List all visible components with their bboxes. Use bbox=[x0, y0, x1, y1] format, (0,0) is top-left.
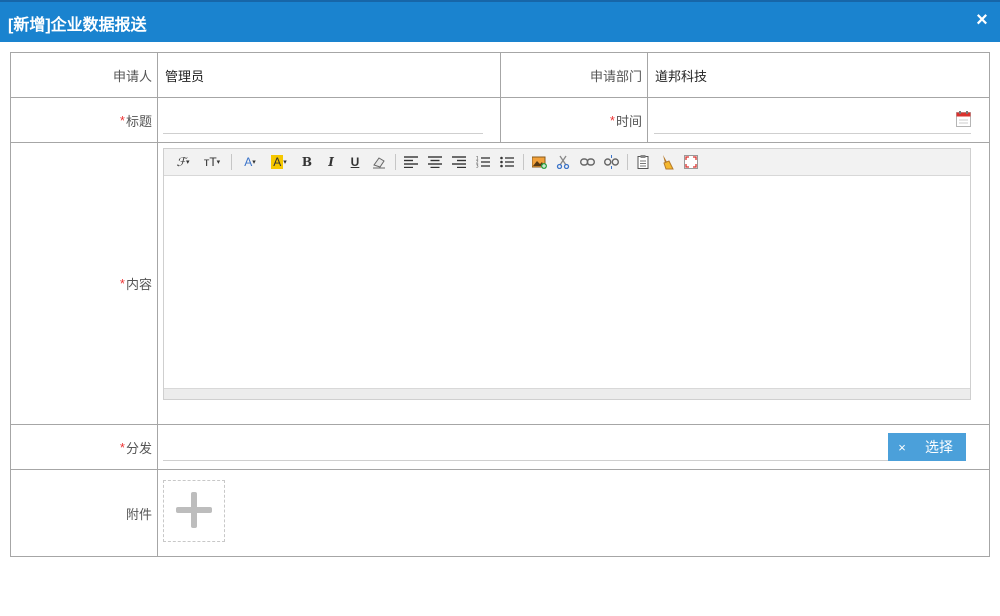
bold-button[interactable]: B bbox=[298, 153, 316, 171]
toolbar-separator bbox=[523, 154, 524, 170]
department-label: 申请部门 bbox=[589, 68, 642, 84]
attachment-label-cell: 附件 bbox=[11, 470, 158, 556]
clear-icon[interactable]: × bbox=[888, 440, 916, 455]
applicant-label-cell: 申请人 bbox=[11, 53, 158, 97]
row-attachment: 附件 bbox=[11, 470, 989, 556]
dialog-title: [新增]企业数据报送 bbox=[8, 17, 147, 34]
bold-glyph: B bbox=[301, 155, 313, 169]
row-title: * 标题 * 时间 bbox=[11, 98, 989, 143]
row-distribute: * 分发 × 选择 bbox=[11, 425, 989, 470]
font-family-glyph: ℱ bbox=[176, 155, 186, 169]
applicant-value: 管理员 bbox=[165, 68, 205, 84]
unlink-icon[interactable] bbox=[602, 153, 620, 171]
underline-button[interactable]: U bbox=[346, 153, 364, 171]
distribute-input[interactable] bbox=[163, 439, 888, 461]
plus-icon bbox=[175, 491, 213, 532]
paste-text-icon[interactable] bbox=[634, 153, 652, 171]
required-mark: * bbox=[609, 112, 615, 128]
title-input[interactable] bbox=[163, 112, 483, 134]
rich-text-editor: ℱ ▾ ᴛT ▾ A ▾ A ▾ B I U 1 2 3 bbox=[163, 148, 971, 400]
insert-image-icon[interactable] bbox=[530, 153, 548, 171]
department-value: 道邦科技 bbox=[655, 68, 708, 84]
row-content: * 内容 ℱ ▾ ᴛT ▾ A ▾ A ▾ B I U 1 2 3 bbox=[11, 143, 989, 425]
format-brush-icon[interactable] bbox=[658, 153, 676, 171]
align-left-icon[interactable] bbox=[402, 153, 420, 171]
row-applicant: 申请人 管理员 申请部门 道邦科技 bbox=[11, 53, 989, 98]
italic-glyph: I bbox=[328, 155, 334, 169]
link-icon[interactable] bbox=[578, 153, 596, 171]
svg-text:3: 3 bbox=[476, 164, 479, 169]
close-icon[interactable]: × bbox=[972, 10, 992, 30]
attachment-label: 附件 bbox=[125, 506, 152, 522]
dialog-titlebar: [新增]企业数据报送 × bbox=[0, 0, 1000, 42]
time-label-cell: * 时间 bbox=[500, 98, 648, 142]
toolbar-separator bbox=[231, 154, 232, 170]
upload-button[interactable] bbox=[163, 480, 225, 542]
time-label: 时间 bbox=[615, 113, 642, 129]
editor-toolbar: ℱ ▾ ᴛT ▾ A ▾ A ▾ B I U 1 2 3 bbox=[164, 149, 970, 176]
editor-content-area[interactable] bbox=[164, 176, 970, 388]
align-center-icon[interactable] bbox=[426, 153, 444, 171]
underline-glyph: U bbox=[350, 155, 360, 169]
font-color-button[interactable]: A ▾ bbox=[238, 153, 262, 171]
align-right-icon[interactable] bbox=[450, 153, 468, 171]
title-label: 标题 bbox=[125, 113, 152, 129]
department-label-cell: 申请部门 bbox=[500, 53, 648, 97]
highlight-button[interactable]: A ▾ bbox=[266, 153, 292, 171]
required-mark: * bbox=[119, 112, 125, 128]
eraser-icon[interactable] bbox=[370, 153, 388, 171]
title-label-cell: * 标题 bbox=[11, 98, 158, 142]
calendar-icon[interactable] bbox=[956, 111, 971, 127]
font-family-button[interactable]: ℱ ▾ bbox=[172, 153, 194, 171]
content-label: 内容 bbox=[125, 277, 152, 292]
italic-button[interactable]: I bbox=[322, 153, 340, 171]
unordered-list-icon[interactable] bbox=[498, 153, 516, 171]
font-color-glyph: A bbox=[244, 155, 253, 169]
distribute-label-cell: * 分发 bbox=[11, 425, 158, 469]
required-mark: * bbox=[119, 439, 125, 455]
distribute-label: 分发 bbox=[125, 440, 152, 456]
ordered-list-icon[interactable]: 123 bbox=[474, 153, 492, 171]
font-size-glyph: ᴛT bbox=[203, 155, 217, 169]
scissors-icon[interactable] bbox=[554, 153, 572, 171]
font-size-button[interactable]: ᴛT ▾ bbox=[200, 153, 224, 171]
report-form: 申请人 管理员 申请部门 道邦科技 * 标题 * 时间 * 内容 ℱ ▾ ᴛT … bbox=[10, 52, 990, 557]
select-button[interactable]: × 选择 bbox=[888, 433, 966, 461]
fullscreen-icon[interactable] bbox=[682, 153, 700, 171]
toolbar-separator bbox=[627, 154, 628, 170]
select-button-label: 选择 bbox=[925, 439, 953, 455]
toolbar-separator bbox=[395, 154, 396, 170]
highlight-glyph: A bbox=[271, 155, 284, 169]
time-input[interactable] bbox=[654, 112, 971, 134]
editor-statusbar bbox=[164, 388, 970, 399]
required-mark: * bbox=[119, 276, 125, 291]
applicant-label: 申请人 bbox=[112, 68, 152, 84]
content-label-cell: * 内容 bbox=[11, 143, 158, 424]
